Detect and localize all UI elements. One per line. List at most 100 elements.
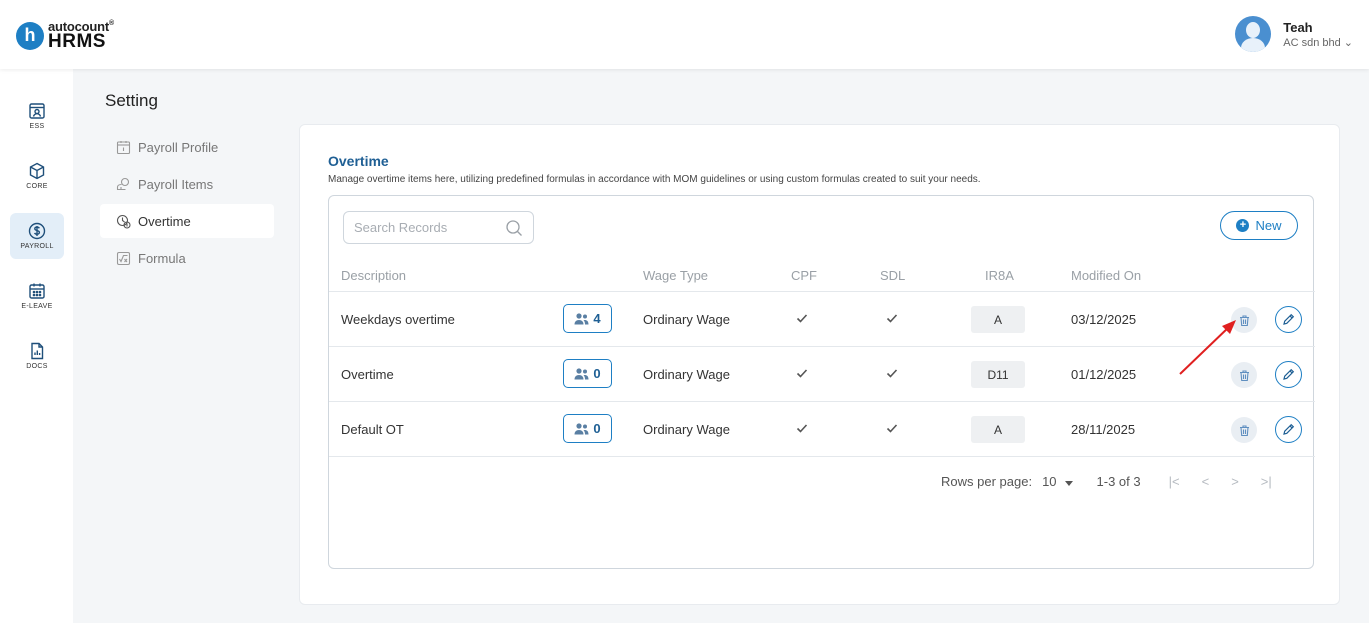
chevron-down-icon: ⌄ [1343,36,1353,49]
delete-button[interactable] [1231,307,1257,333]
module-rail: ESS CORE PAYROLL E-LEAVE DOCS [0,69,73,623]
edit-button[interactable] [1275,361,1302,388]
calendar-icon [29,283,45,299]
check-icon [796,424,808,433]
edit-button[interactable] [1275,416,1302,443]
section-description: Manage overtime items here, utilizing pr… [328,174,981,185]
trash-icon [1239,369,1249,381]
settings-nav: Payroll Profile Payroll Items Overtime F… [100,130,274,278]
col-cpf[interactable]: CPF [791,268,817,283]
pencil-icon [1283,313,1295,325]
employees-button[interactable]: 0 [563,359,612,388]
settings-nav-formula[interactable]: Formula [100,241,274,275]
user-menu[interactable]: Teah AC sdn bhd ⌄ [1235,16,1353,52]
table-row: Overtime 0 Ordinary Wage D11 01/12/2025 [329,348,1315,402]
cube-icon [29,162,45,180]
overtime-card: Overtime Manage overtime items here, uti… [299,124,1340,605]
calendar-icon [116,140,131,154]
col-description[interactable]: Description [341,268,406,283]
avatar [1235,16,1272,52]
search-icon[interactable] [505,219,523,237]
delete-button[interactable] [1231,417,1257,443]
check-icon [886,369,898,378]
row-description: Default OT [341,422,404,437]
company-name: AC sdn bhd [1283,36,1341,49]
edit-button[interactable] [1275,306,1302,333]
prev-page-button[interactable]: < [1202,474,1210,489]
employees-button[interactable]: 0 [563,414,612,443]
col-ir8a[interactable]: IR8A [985,268,1014,283]
page-title: Setting [105,91,158,110]
first-page-button[interactable]: |< [1169,474,1180,489]
user-name: Teah [1283,19,1313,35]
next-page-button[interactable]: > [1231,474,1239,489]
rail-item-ess[interactable]: ESS [10,93,64,139]
row-modified-on: 28/11/2025 [1071,422,1136,437]
plus-icon: + [1236,219,1250,232]
users-icon [574,312,589,324]
id-card-icon [29,103,45,119]
document-chart-icon [31,342,44,360]
pagination: Rows per page: 10 1-3 of 3 |< < > >| [941,474,1272,489]
rail-label: CORE [26,183,48,190]
col-wage-type[interactable]: Wage Type [643,268,708,283]
row-modified-on: 03/12/2025 [1071,312,1137,327]
table-row: Default OT 0 Ordinary Wage A 28/11/2025 [329,403,1315,457]
trash-icon [1239,424,1249,436]
top-bar: h autocount® HRMS Teah AC sdn bhd ⌄ [0,0,1369,69]
rows-per-page-value: 10 [1042,474,1057,489]
col-modified-on[interactable]: Modified On [1071,268,1141,283]
page-range: 1-3 of 3 [1096,474,1141,489]
pencil-icon [1283,368,1295,380]
logo-bottom-text: HRMS [48,31,106,52]
logo-badge: h [16,21,44,50]
caret-down-icon [1064,481,1073,486]
rail-item-core[interactable]: CORE [10,153,64,199]
settings-nav-overtime[interactable]: Overtime [100,204,274,238]
check-icon [886,424,898,433]
rail-item-docs[interactable]: DOCS [10,333,64,379]
col-sdl[interactable]: SDL [880,268,905,283]
ir8a-badge: D11 [971,361,1025,388]
rail-label: DOCS [26,363,48,370]
row-modified-on: 01/12/2025 [1071,367,1137,382]
new-button-label: New [1255,218,1282,233]
row-description: Weekdays overtime [341,312,455,327]
trash-icon [1239,314,1249,326]
dollar-circle-icon [28,222,46,240]
ir8a-badge: A [971,306,1025,333]
check-icon [796,314,808,323]
formula-icon [116,251,131,265]
employee-count: 4 [593,311,601,326]
new-button[interactable]: + New [1220,211,1298,240]
row-wage-type: Ordinary Wage [643,312,730,327]
settings-nav-label: Payroll Items [138,176,214,192]
rail-label: E-LEAVE [21,303,53,310]
employee-count: 0 [593,366,601,381]
clock-dollar-icon [116,214,131,229]
rail-item-e-leave[interactable]: E-LEAVE [10,273,64,319]
settings-nav-label: Overtime [138,213,191,229]
coins-icon [116,177,130,190]
delete-button[interactable] [1231,362,1257,388]
table-header: Description Wage Type CPF SDL IR8A Modif… [329,258,1315,292]
row-description: Overtime [341,367,394,382]
rail-label: ESS [29,123,45,130]
last-page-button[interactable]: >| [1261,474,1272,489]
app-logo[interactable]: h autocount® HRMS [16,20,114,51]
search-input[interactable] [354,220,504,235]
table-row: Weekdays overtime 4 Ordinary Wage A 03/1… [329,293,1315,347]
rail-item-payroll[interactable]: PAYROLL [10,213,64,259]
settings-nav-payroll-profile[interactable]: Payroll Profile [100,130,274,164]
users-icon [574,422,589,434]
settings-nav-label: Formula [138,250,186,266]
rows-per-page-select[interactable]: 10 [1042,474,1073,489]
settings-nav-label: Payroll Profile [138,139,219,155]
row-wage-type: Ordinary Wage [643,422,730,437]
pencil-icon [1283,423,1295,435]
check-icon [796,369,808,378]
employees-button[interactable]: 4 [563,304,612,333]
overtime-table-panel: + New Description Wage Type CPF SDL IR8A… [328,195,1315,569]
search-box [343,211,534,244]
settings-nav-payroll-items[interactable]: Payroll Items [100,167,274,201]
